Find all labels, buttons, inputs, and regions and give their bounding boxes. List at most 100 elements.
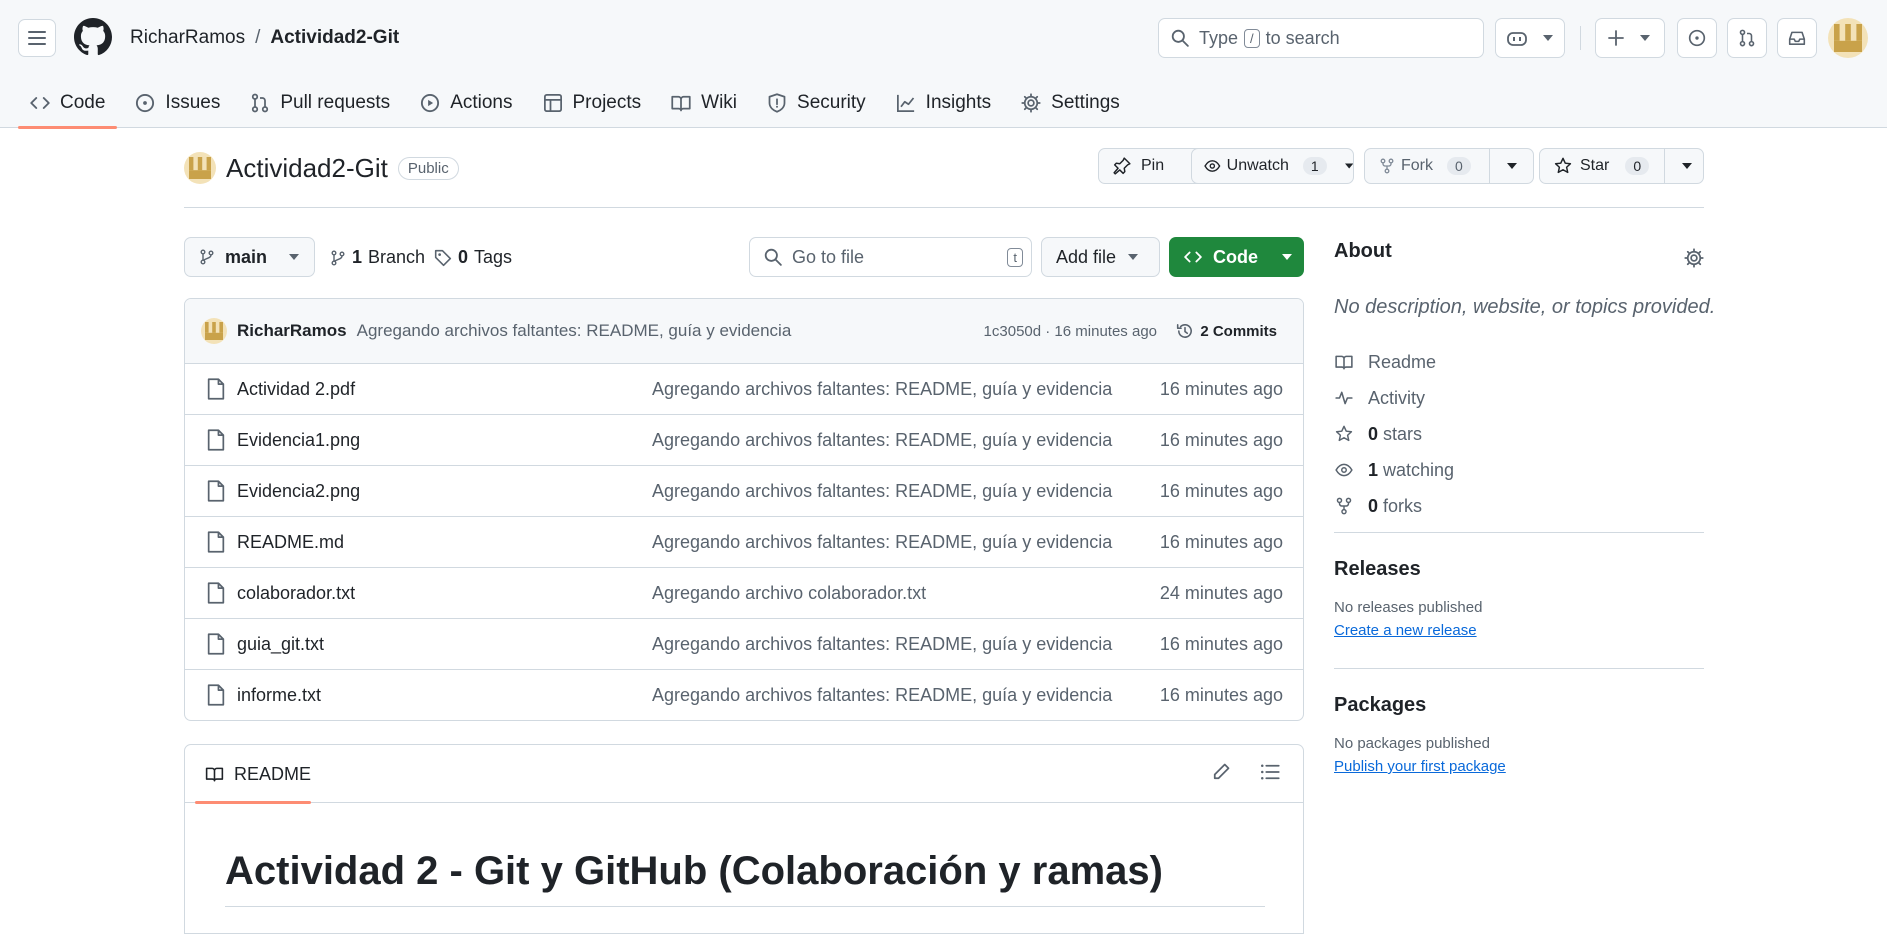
file-row: Evidencia2.png Agregando archivos faltan… <box>185 466 1303 517</box>
repo-header: Actividad2-Git Public Pin Unwatch 1 Fork… <box>184 148 1704 208</box>
forks-link[interactable]: 0 forks <box>1334 488 1454 524</box>
file-commit-message[interactable]: Agregando archivos faltantes: README, gu… <box>652 532 1112 553</box>
add-file-label: Add file <box>1056 246 1117 267</box>
fork-button[interactable]: Fork 0 <box>1364 148 1534 184</box>
branches-link[interactable]: 1 Branch <box>330 247 425 268</box>
file-list: RicharRamos Agregando archivos faltantes… <box>184 298 1304 721</box>
user-avatar[interactable] <box>1828 18 1868 58</box>
owner-avatar[interactable] <box>184 152 216 184</box>
eye-icon <box>1204 160 1221 172</box>
watch-count: 1 <box>1302 157 1327 175</box>
tags-link[interactable]: 0 Tags <box>434 247 512 268</box>
tab-insights[interactable]: Insights <box>884 78 1003 128</box>
file-commit-message[interactable]: Agregando archivos faltantes: README, gu… <box>652 634 1112 655</box>
tab-security[interactable]: Security <box>755 78 878 128</box>
search-prefix: Type <box>1199 27 1239 48</box>
tab-code[interactable]: Code <box>18 78 118 129</box>
file-commit-message[interactable]: Agregando archivo colaborador.txt <box>652 583 926 604</box>
pin-icon <box>1113 157 1131 175</box>
create-new-button[interactable] <box>1595 18 1665 58</box>
star-icon <box>1335 425 1353 442</box>
file-name[interactable]: Evidencia1.png <box>237 430 360 451</box>
chevron-down-icon <box>289 254 300 260</box>
issues-button[interactable] <box>1677 18 1717 58</box>
file-commit-message[interactable]: Agregando archivos faltantes: README, gu… <box>652 685 1112 706</box>
tab-actions[interactable]: Actions <box>408 78 524 128</box>
pull-request-icon <box>1739 29 1755 47</box>
file-row: colaborador.txt Agregando archivo colabo… <box>185 568 1303 619</box>
gear-icon[interactable] <box>1684 248 1704 268</box>
packages-title[interactable]: Packages <box>1334 694 1506 717</box>
tab-pull-requests[interactable]: Pull requests <box>238 78 402 128</box>
tab-settings[interactable]: Settings <box>1009 78 1132 128</box>
tab-wiki[interactable]: Wiki <box>659 78 749 128</box>
releases-title[interactable]: Releases <box>1334 558 1482 581</box>
file-name[interactable]: Actividad 2.pdf <box>237 379 355 400</box>
publish-package-link[interactable]: Publish your first package <box>1334 758 1506 775</box>
gear-icon <box>1021 93 1041 113</box>
commit-sha-time[interactable]: 1c3050d · 16 minutes ago <box>984 323 1157 340</box>
commit-author-avatar[interactable] <box>201 318 227 344</box>
pencil-icon[interactable] <box>1211 762 1231 782</box>
readme-link[interactable]: Readme <box>1334 344 1454 380</box>
add-file-button[interactable]: Add file <box>1041 237 1160 277</box>
code-button[interactable]: Code <box>1169 237 1304 277</box>
star-button[interactable]: Star 0 <box>1539 148 1704 184</box>
menu-button[interactable] <box>18 19 56 57</box>
owner-link[interactable]: RicharRamos <box>130 27 245 49</box>
star-icon <box>1554 157 1572 174</box>
file-toolbar: main 1 Branch 0 Tags Go to file t Add fi… <box>184 237 1304 277</box>
pull-requests-button[interactable] <box>1727 18 1767 58</box>
releases-section: Releases No releases published Create a … <box>1334 558 1482 639</box>
file-icon <box>207 429 225 451</box>
graph-icon <box>896 94 914 112</box>
sidebar-divider <box>1334 668 1704 669</box>
file-name[interactable]: informe.txt <box>237 685 321 706</box>
watching-label: watching <box>1383 459 1455 480</box>
identicon-icon <box>205 322 223 340</box>
chevron-down-icon <box>1682 163 1692 169</box>
tab-label: Projects <box>572 92 642 113</box>
tab-label: Issues <box>165 92 221 113</box>
repo-name[interactable]: Actividad2-Git <box>226 153 388 184</box>
unwatch-button[interactable]: Unwatch 1 <box>1191 148 1354 184</box>
commits-link[interactable]: 2 Commits <box>1176 322 1277 340</box>
file-name[interactable]: Evidencia2.png <box>237 481 360 502</box>
global-header: RicharRamos / Actividad2-Git Type / to s… <box>0 0 1887 129</box>
branch-selector[interactable]: main <box>184 237 315 277</box>
list-icon[interactable] <box>1260 762 1280 782</box>
tab-projects[interactable]: Projects <box>531 78 654 128</box>
about-sidebar: About No description, website, or topics… <box>1334 240 1715 516</box>
file-commit-message[interactable]: Agregando archivos faltantes: README, gu… <box>652 481 1112 502</box>
unwatch-label: Unwatch <box>1226 157 1289 174</box>
file-name[interactable]: README.md <box>237 532 344 553</box>
play-icon <box>421 93 440 113</box>
sidebar-divider <box>1334 532 1704 533</box>
hamburger-icon <box>28 31 46 45</box>
tab-issues[interactable]: Issues <box>123 78 232 128</box>
stars-link[interactable]: 0 stars <box>1334 416 1454 452</box>
tab-label: Code <box>60 92 106 113</box>
github-logo-icon[interactable] <box>74 18 112 56</box>
file-name[interactable]: guia_git.txt <box>237 634 324 655</box>
tab-label: Pull requests <box>280 92 391 113</box>
readme-link-label: Readme <box>1368 351 1437 372</box>
stars-count: 0 <box>1368 423 1379 444</box>
copilot-button[interactable] <box>1495 18 1565 58</box>
star-divider <box>1664 149 1665 183</box>
file-name[interactable]: colaborador.txt <box>237 583 355 604</box>
go-to-file-input[interactable]: Go to file t <box>749 237 1032 277</box>
create-release-link[interactable]: Create a new release <box>1334 622 1482 639</box>
search-input[interactable]: Type / to search <box>1158 18 1484 58</box>
activity-link[interactable]: Activity <box>1334 380 1454 416</box>
file-commit-message[interactable]: Agregando archivos faltantes: README, gu… <box>652 379 1112 400</box>
file-commit-message[interactable]: Agregando archivos faltantes: README, gu… <box>652 430 1112 451</box>
watching-link[interactable]: 1 watching <box>1334 452 1454 488</box>
file-commit-time: 16 minutes ago <box>1159 378 1283 399</box>
inbox-button[interactable] <box>1777 18 1817 58</box>
readme-tab[interactable]: README <box>195 745 311 804</box>
repo-link[interactable]: Actividad2-Git <box>270 27 399 49</box>
commit-author[interactable]: RicharRamos <box>237 321 347 341</box>
pin-label: Pin <box>1141 157 1165 174</box>
commit-message[interactable]: Agregando archivos faltantes: README, gu… <box>357 321 792 341</box>
